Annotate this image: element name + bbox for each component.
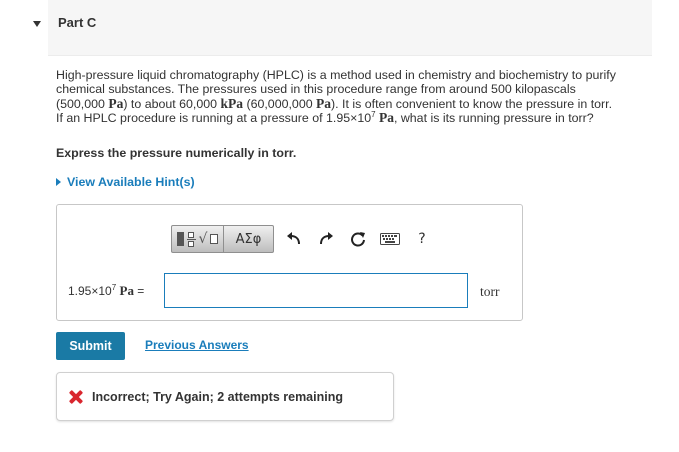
unit-kpa: kPa [220, 95, 244, 111]
question-text-fragment: ) to about 60,000 [123, 96, 221, 111]
sqrt-icon: √ [198, 231, 208, 247]
keyboard-icon [380, 233, 400, 245]
unit-pa: Pa [316, 95, 332, 111]
toolbar-group: √ ΑΣφ [171, 225, 274, 253]
answer-label-mantissa: 1.95×10 [68, 284, 112, 298]
question-line-2: chemical substances. The pressures used … [56, 82, 576, 97]
undo-icon [287, 232, 300, 245]
redo-button[interactable] [310, 225, 342, 253]
incorrect-x-icon [69, 390, 83, 404]
answer-label-equals: = [133, 284, 145, 298]
unit-pa: Pa [375, 110, 394, 126]
math-toolbar: √ ΑΣφ ? [171, 224, 438, 254]
greek-symbols-button[interactable]: ΑΣφ [224, 226, 273, 252]
view-hints-link[interactable]: View Available Hint(s) [56, 175, 195, 189]
fraction-icon [186, 231, 196, 247]
box-icon [210, 234, 219, 244]
part-title: Part C [58, 15, 97, 30]
collapse-toggle[interactable] [0, 0, 48, 56]
question-line-1: High-pressure liquid chromatography (HPL… [56, 68, 616, 82]
help-button[interactable]: ? [406, 225, 438, 253]
view-hints-label: View Available Hint(s) [67, 175, 195, 189]
template-button[interactable]: √ [172, 226, 224, 252]
part-header[interactable]: Part C [0, 0, 679, 56]
template-icon [176, 232, 184, 246]
instruction: Express the pressure numerically in torr… [56, 146, 297, 160]
answer-label-unit: Pa [119, 283, 134, 298]
answer-label: 1.95×107 Pa = [68, 283, 144, 299]
answer-input[interactable] [164, 273, 468, 308]
question-text-fragment: If an HPLC procedure is running at a pre… [56, 111, 372, 126]
question-text-fragment: (60,000,000 [243, 96, 317, 111]
previous-answers-link[interactable]: Previous Answers [145, 338, 249, 352]
part-header-bar: Part C [48, 0, 652, 56]
redo-icon [320, 232, 333, 245]
submit-button[interactable]: Submit [56, 332, 125, 360]
keyboard-button[interactable] [374, 225, 406, 253]
question-line-4: If an HPLC procedure is running at a pre… [56, 110, 656, 126]
feedback-message: Incorrect; Try Again; 2 attempts remaini… [56, 372, 394, 421]
answer-label-exponent: 7 [111, 283, 117, 292]
question-line-3: (500,000 Pa) to about 60,000 kPa (60,000… [56, 95, 656, 111]
question-text: High-pressure liquid chromatography (HPL… [56, 68, 656, 126]
help-icon: ? [418, 231, 426, 247]
question-text-fragment: , what is its running pressure in torr? [393, 111, 594, 126]
unit-pa: Pa [108, 95, 124, 111]
feedback-text: Incorrect; Try Again; 2 attempts remaini… [92, 389, 343, 404]
answer-unit: torr [480, 284, 500, 299]
question-text-fragment: (500,000 [56, 96, 109, 111]
question-text-fragment: ). It is often convenient to know the pr… [331, 96, 613, 111]
reset-icon [351, 232, 365, 247]
reset-button[interactable] [342, 225, 374, 253]
undo-button[interactable] [278, 225, 310, 253]
answer-box: √ ΑΣφ ? 1.95×107 Pa = torr [56, 204, 523, 321]
caret-right-icon [56, 178, 61, 186]
caret-down-icon [33, 21, 41, 27]
